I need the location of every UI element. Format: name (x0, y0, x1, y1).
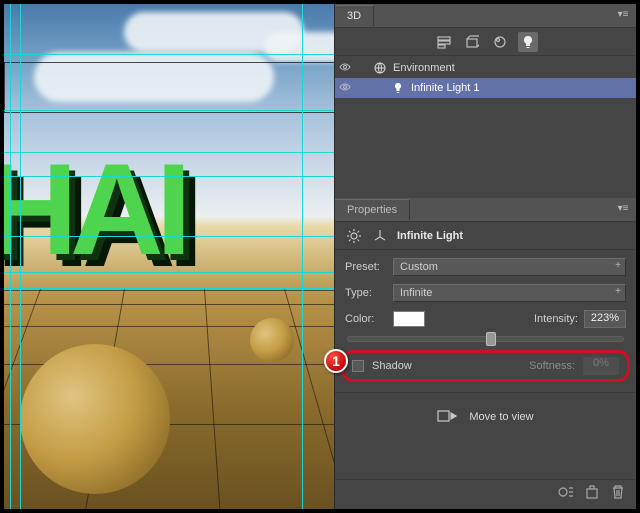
color-label: Color: (345, 313, 387, 325)
guide-horizontal (4, 54, 334, 55)
delete-icon[interactable] (610, 485, 628, 501)
visibility-eye-icon[interactable] (339, 81, 353, 95)
type-label: Type: (345, 287, 387, 299)
shadow-label: Shadow (372, 360, 412, 372)
preset-label: Preset: (345, 261, 387, 273)
move-to-view-label[interactable]: Move to view (469, 411, 533, 423)
intensity-value[interactable]: 223% (584, 310, 626, 328)
tree-item-label: Infinite Light 1 (411, 82, 480, 94)
3d-filter-toolbar (335, 28, 636, 56)
intensity-slider[interactable] (347, 336, 624, 342)
guide-horizontal (4, 272, 334, 273)
3d-text: HAI (4, 134, 334, 294)
3d-viewport[interactable]: HAI (4, 4, 334, 509)
guide-horizontal (4, 288, 334, 289)
tab-3d[interactable]: 3D (335, 5, 374, 26)
move-to-view-icon[interactable] (437, 408, 459, 426)
guide-vertical (10, 4, 11, 509)
tree-item-label: Environment (393, 62, 455, 74)
globe-icon (373, 61, 387, 75)
softness-value: 0% (583, 357, 619, 375)
filter-light-icon[interactable] (518, 32, 538, 52)
type-dropdown[interactable]: Infinite (393, 284, 626, 302)
properties-subtitle: Infinite Light (397, 230, 463, 242)
hay-bale (20, 344, 170, 494)
new-light-icon[interactable] (584, 485, 602, 501)
properties-footer (335, 479, 636, 505)
guide-vertical (20, 4, 21, 509)
light-coordinates-icon[interactable] (371, 227, 389, 245)
tree-row[interactable]: Environment (335, 58, 636, 78)
filter-scene-icon[interactable] (434, 32, 454, 52)
guide-horizontal (4, 152, 334, 153)
guide-horizontal (4, 110, 334, 111)
tree-row[interactable]: Infinite Light 1 (335, 78, 636, 98)
guide-vertical (302, 4, 303, 509)
3d-panel-header: 3D ▾≡ (335, 4, 636, 28)
guide-horizontal (4, 176, 334, 177)
softness-label: Softness: (529, 360, 575, 372)
filter-material-icon[interactable] (490, 32, 510, 52)
shadow-checkbox[interactable] (352, 360, 364, 372)
lightbulb-icon (391, 81, 405, 95)
visibility-eye-icon[interactable] (339, 61, 353, 75)
properties-panel-header: Properties ▾≡ (335, 198, 636, 222)
filter-mesh-icon[interactable] (462, 32, 482, 52)
light-type-icon[interactable] (345, 227, 363, 245)
preset-dropdown[interactable]: Custom (393, 258, 626, 276)
render-settings-icon[interactable] (558, 485, 576, 501)
panel-menu-icon[interactable]: ▾≡ (616, 203, 630, 217)
3d-scene-tree: Environment Infinite Light 1 (335, 56, 636, 198)
panel-menu-icon[interactable]: ▾≡ (616, 9, 630, 23)
hay-bale (250, 318, 294, 362)
guide-horizontal (4, 236, 334, 237)
tab-properties[interactable]: Properties (335, 199, 410, 220)
intensity-label: Intensity: (530, 313, 578, 325)
color-swatch[interactable] (393, 311, 425, 327)
annotation-callout: 1 (324, 349, 348, 373)
